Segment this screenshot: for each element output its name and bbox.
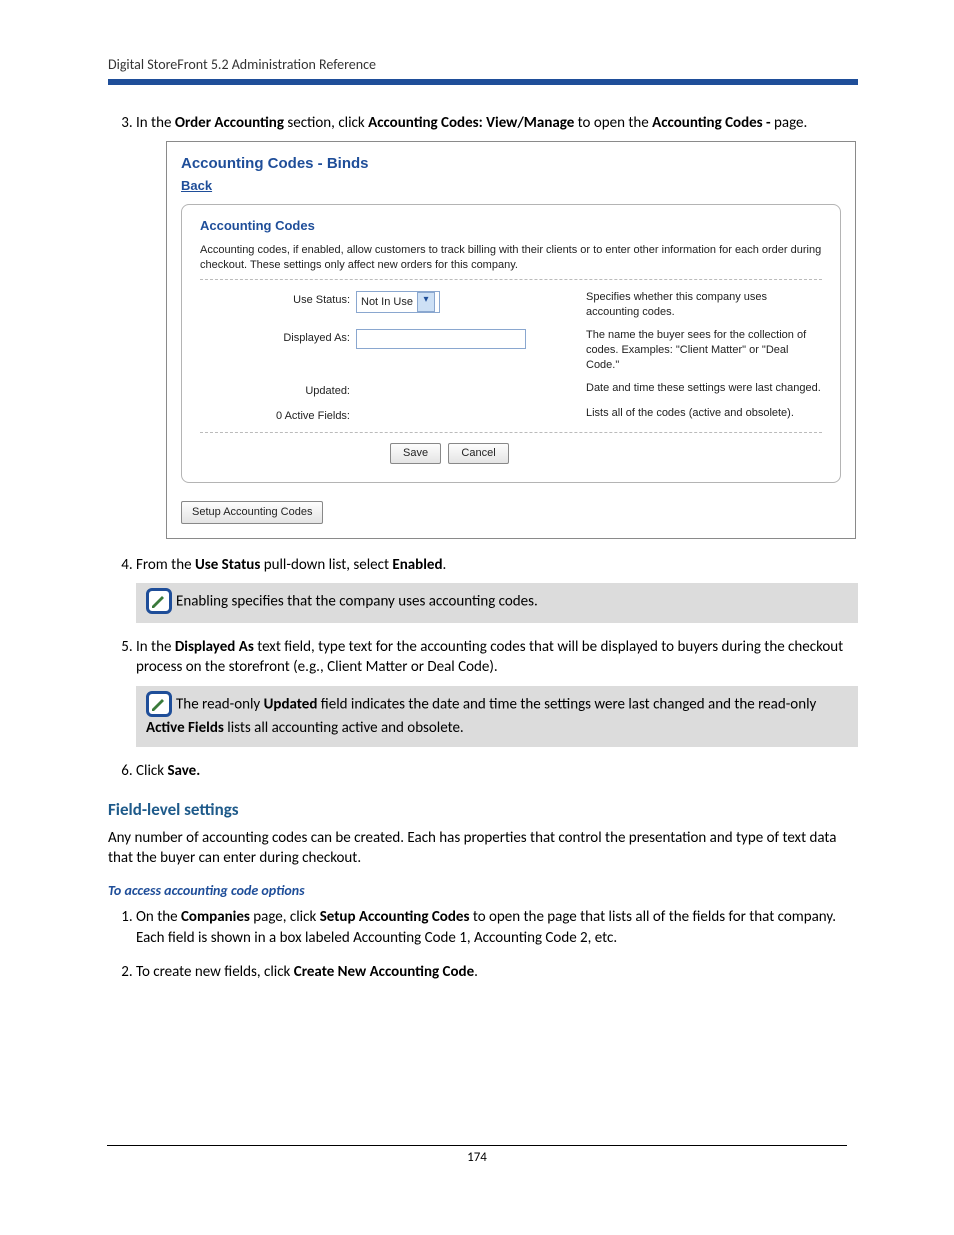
- text: to open the: [574, 114, 652, 132]
- header-rule: [108, 79, 858, 85]
- label-active-fields: 0 Active Fields:: [200, 406, 356, 424]
- text: page.: [774, 114, 807, 132]
- text: pull-down list, select: [260, 556, 392, 574]
- displayed-as-input[interactable]: [356, 329, 526, 349]
- pencil-note-icon: [146, 691, 172, 717]
- desc-use-status: Specifies whether this company uses acco…: [556, 290, 822, 320]
- panel-heading: Accounting Codes: [200, 217, 822, 235]
- note-box: Enabling specifies that the company uses…: [136, 583, 858, 623]
- divider: [200, 279, 822, 280]
- panel-intro-text: Accounting codes, if enabled, allow cust…: [200, 243, 822, 274]
- text: .: [474, 963, 478, 981]
- text-bold: Displayed As: [175, 638, 257, 656]
- text-bold: Enabled: [392, 556, 442, 574]
- back-link[interactable]: Back: [181, 177, 212, 195]
- text: section, click: [284, 114, 368, 132]
- text-bold: Accounting Codes: View/Manage: [368, 114, 574, 132]
- use-status-select[interactable]: Not In Use ▾: [356, 291, 440, 313]
- text-bold: Updated: [264, 695, 318, 713]
- step-3: In the Order Accounting section, click A…: [136, 113, 858, 539]
- text: On the: [136, 908, 181, 926]
- note-box: The read-only Updated field indicates th…: [136, 686, 858, 747]
- doc-header-title: Digital StoreFront 5.2 Administration Re…: [108, 56, 858, 73]
- text-bold: Save.: [167, 762, 200, 780]
- step-4: From the Use Status pull-down list, sele…: [136, 555, 858, 623]
- row-displayed-as: Displayed As: The name the buyer sees fo…: [200, 328, 822, 373]
- text-bold: Order Accounting: [175, 114, 284, 132]
- text-bold: Companies: [181, 908, 250, 926]
- divider: [200, 432, 822, 433]
- step-6: Click Save.: [136, 761, 858, 781]
- text-bold: Active Fields: [146, 719, 224, 737]
- text: lists all accounting active and obsolete…: [224, 719, 464, 737]
- step-5: In the Displayed As text field, type tex…: [136, 637, 858, 747]
- body-paragraph: Any number of accounting codes can be cr…: [108, 828, 858, 869]
- page-footer: 174: [0, 1145, 954, 1165]
- cancel-button[interactable]: Cancel: [448, 443, 508, 464]
- access-step-2: To create new fields, click Create New A…: [136, 962, 858, 982]
- row-use-status: Use Status: Not In Use ▾ Specifies wheth…: [200, 290, 822, 320]
- chevron-down-icon: ▾: [417, 292, 435, 312]
- label-use-status: Use Status:: [200, 290, 356, 308]
- text-bold: Use Status: [195, 556, 260, 574]
- desc-updated: Date and time these settings were last c…: [556, 381, 822, 396]
- text: In the: [136, 638, 175, 656]
- text-bold: Accounting Codes -: [652, 114, 774, 132]
- label-updated: Updated:: [200, 381, 356, 399]
- accounting-codes-panel: Accounting Codes Accounting codes, if en…: [181, 204, 841, 483]
- text: The read-only: [176, 695, 264, 713]
- text-bold: Setup Accounting Codes: [320, 908, 473, 926]
- text: .: [443, 556, 447, 574]
- text: From the: [136, 556, 195, 574]
- footer-rule: [107, 1145, 847, 1146]
- desc-displayed-as: The name the buyer sees for the collecti…: [556, 328, 822, 373]
- subheading-access-options: To access accounting code options: [108, 882, 858, 899]
- use-status-value: Not In Use: [361, 295, 413, 310]
- text: To create new fields, click: [136, 963, 294, 981]
- label-displayed-as: Displayed As:: [200, 328, 356, 346]
- save-button[interactable]: Save: [390, 443, 441, 464]
- setup-accounting-codes-button[interactable]: Setup Accounting Codes: [181, 501, 323, 524]
- text: In the: [136, 114, 175, 132]
- row-active-fields: 0 Active Fields: Lists all of the codes …: [200, 406, 822, 424]
- embedded-screenshot: Accounting Codes - Binds Back Accounting…: [166, 141, 856, 539]
- pencil-note-icon: [146, 588, 172, 614]
- text: field indicates the date and time the se…: [317, 695, 816, 713]
- page-number: 174: [467, 1150, 487, 1165]
- text-bold: Create New Accounting Code: [294, 963, 474, 981]
- row-updated: Updated: Date and time these settings we…: [200, 381, 822, 399]
- text: page, click: [250, 908, 320, 926]
- access-step-1: On the Companies page, click Setup Accou…: [136, 907, 858, 948]
- text: Click: [136, 762, 167, 780]
- note-text: Enabling specifies that the company uses…: [176, 593, 538, 611]
- sf-page-title: Accounting Codes - Binds: [181, 154, 841, 174]
- section-heading-field-level: Field-level settings: [108, 799, 858, 820]
- desc-active-fields: Lists all of the codes (active and obsol…: [556, 406, 822, 421]
